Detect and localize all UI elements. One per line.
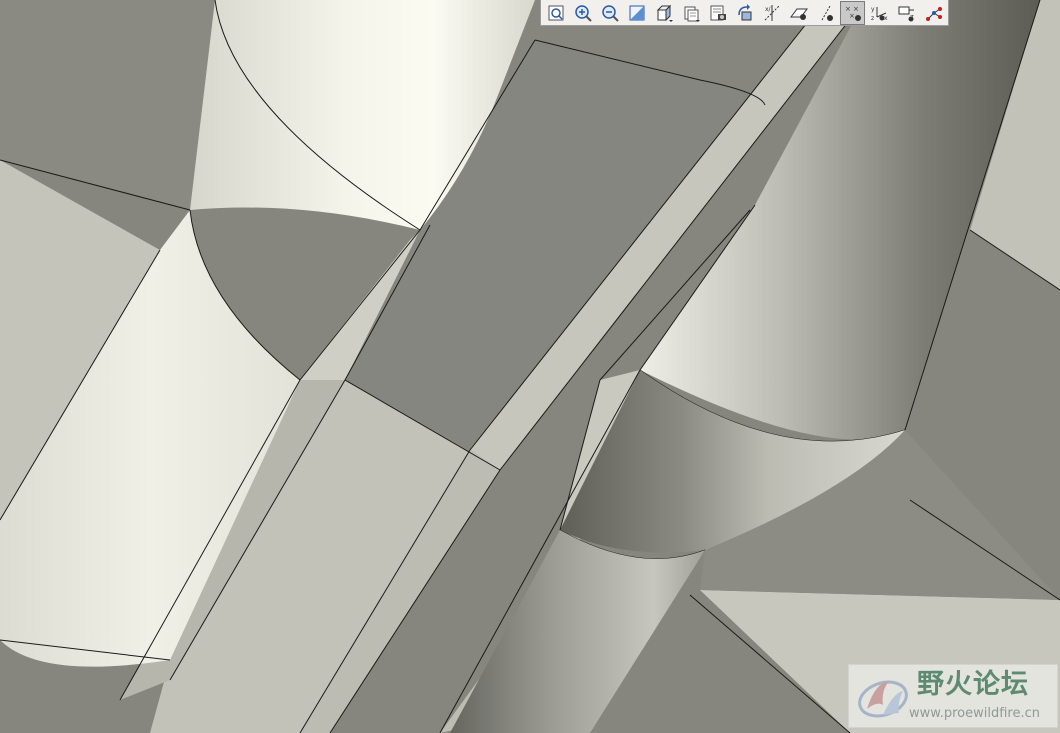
display-style-icon xyxy=(656,4,673,22)
coordinate-systems-icon: yz x xyxy=(871,6,888,22)
datum-points-button[interactable]: × × × xyxy=(840,0,865,25)
3d-model-viewport[interactable] xyxy=(0,0,1060,733)
datum-axis-display-button[interactable] xyxy=(813,1,838,25)
datum-planes-button[interactable] xyxy=(786,1,811,25)
model-render[interactable] xyxy=(0,0,1060,733)
sketch-button[interactable] xyxy=(921,1,946,25)
zoom-in-icon xyxy=(574,4,592,22)
repaint-icon xyxy=(629,5,644,20)
fire-logo-icon xyxy=(858,680,908,718)
annotations-button[interactable]: z xyxy=(894,1,919,25)
view-manager-button[interactable] xyxy=(705,1,730,25)
view-manager-icon xyxy=(710,5,726,20)
svg-text:z: z xyxy=(871,15,874,22)
sketch-icon xyxy=(925,6,942,21)
saved-views-button[interactable] xyxy=(678,1,703,25)
watermark-title: 野火论坛 xyxy=(917,669,1029,700)
watermark-url: www.proewildfire.cn xyxy=(909,706,1040,721)
svg-text:x: x xyxy=(884,15,888,22)
view-toolbar: x/×××yzxz xyxy=(540,0,949,26)
spin-center-icon xyxy=(737,3,751,20)
coordinate-systems-button[interactable]: yz x xyxy=(867,1,892,25)
datum-axes-icon: x/ xyxy=(764,4,779,21)
annotations-icon: z xyxy=(898,6,914,21)
forum-watermark: 野火论坛 www.proewildfire.cn xyxy=(848,664,1058,728)
refit-button[interactable] xyxy=(543,1,568,25)
svg-text:×: × xyxy=(849,12,855,20)
zoom-out-button[interactable] xyxy=(597,1,622,25)
zoom-out-icon xyxy=(601,4,619,22)
zoom-in-button[interactable] xyxy=(570,1,595,25)
saved-views-icon xyxy=(684,6,700,22)
datum-axis-display-icon xyxy=(821,5,833,21)
display-style-button[interactable] xyxy=(651,1,676,25)
datum-axes-button[interactable]: x/ xyxy=(759,1,784,25)
datum-planes-icon xyxy=(789,8,808,20)
datum-points-icon: × ×× xyxy=(845,5,861,21)
svg-text:x/: x/ xyxy=(765,6,772,13)
repaint-button[interactable] xyxy=(624,1,649,25)
spin-center-button[interactable] xyxy=(732,1,757,25)
svg-text:y: y xyxy=(871,6,875,13)
refit-icon xyxy=(548,5,563,20)
